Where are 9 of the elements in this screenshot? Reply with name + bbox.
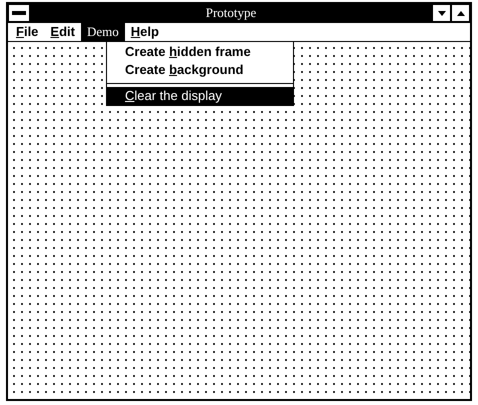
up-triangle-icon (456, 10, 464, 16)
dash-icon (12, 11, 26, 15)
system-menu-button[interactable] (8, 4, 30, 22)
dropdown-item[interactable]: Clear the display (107, 87, 293, 105)
minimize-button[interactable] (432, 4, 451, 22)
down-triangle-icon (438, 10, 446, 16)
menu-item[interactable]: Demo (80, 23, 125, 41)
maximize-button[interactable] (451, 4, 470, 22)
window-title: Prototype (204, 4, 258, 22)
